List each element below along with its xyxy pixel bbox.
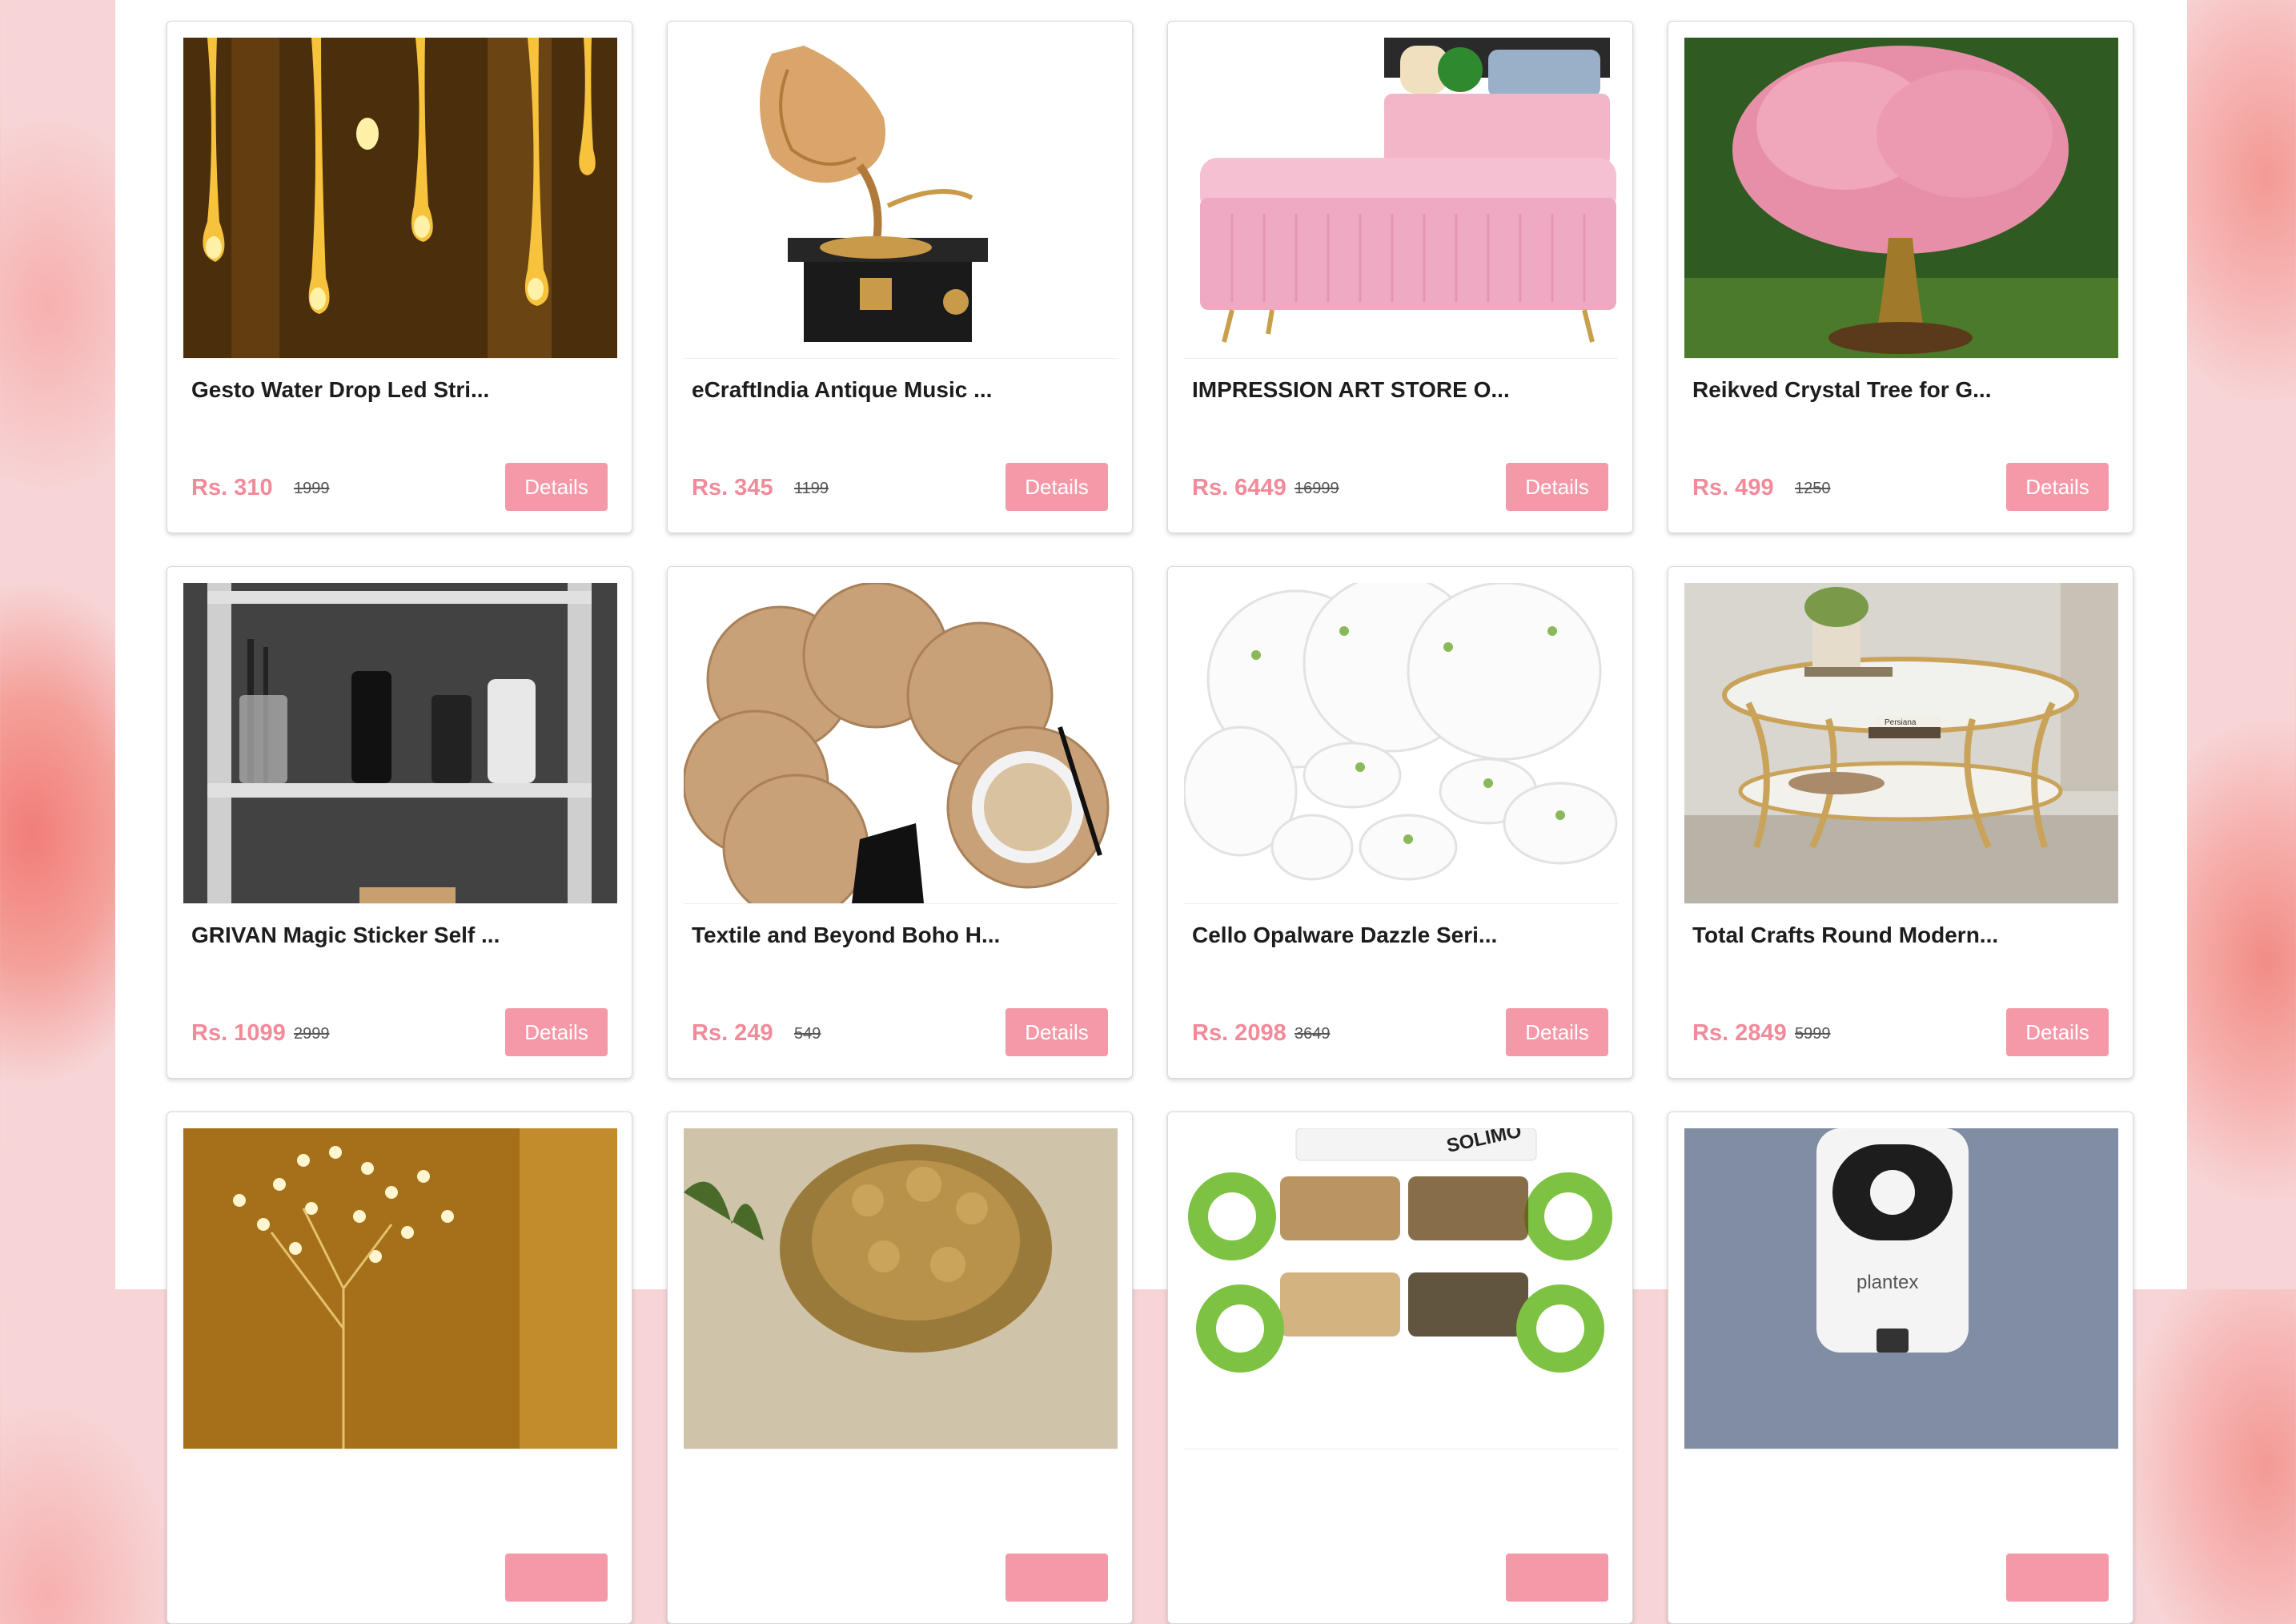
details-button[interactable]: Details xyxy=(505,1008,608,1056)
product-title[interactable]: IMPRESSION ART STORE O... xyxy=(1192,377,1608,403)
product-card[interactable] xyxy=(167,1111,632,1624)
product-image[interactable] xyxy=(684,38,1118,359)
product-image[interactable] xyxy=(183,38,617,359)
details-button[interactable]: Details xyxy=(2006,1008,2109,1056)
svg-text:Persiana: Persiana xyxy=(1885,718,1917,727)
product-card[interactable]: SOLIMO xyxy=(1167,1111,1633,1624)
product-title[interactable]: Total Crafts Round Modern... xyxy=(1692,923,2109,948)
details-button[interactable]: Details xyxy=(1006,463,1108,511)
product-card[interactable]: plantex xyxy=(1668,1111,2133,1624)
product-price: Rs. 499 xyxy=(1692,475,1774,500)
product-card[interactable]: Persiana Total Crafts Round Modern... Rs… xyxy=(1668,566,2133,1079)
details-button[interactable]: Details xyxy=(1506,463,1608,511)
product-card[interactable]: Cello Opalware Dazzle Seri... Rs. 2098 3… xyxy=(1167,566,1633,1079)
details-button[interactable] xyxy=(505,1554,608,1602)
product-grid: Gesto Water Drop Led Stri... Rs. 310 199… xyxy=(167,21,2135,1624)
details-button[interactable] xyxy=(2006,1554,2109,1602)
product-title[interactable]: GRIVAN Magic Sticker Self ... xyxy=(191,923,608,948)
product-card[interactable]: Reikved Crystal Tree for G... Rs. 499 12… xyxy=(1668,21,2133,533)
product-image[interactable] xyxy=(1184,583,1618,904)
product-price: Rs. 310 xyxy=(191,475,273,500)
details-button[interactable]: Details xyxy=(505,463,608,511)
product-title[interactable]: Textile and Beyond Boho H... xyxy=(692,923,1108,948)
product-title[interactable]: Cello Opalware Dazzle Seri... xyxy=(1192,923,1608,948)
product-card[interactable]: GRIVAN Magic Sticker Self ... Rs. 1099 2… xyxy=(167,566,632,1079)
details-button[interactable]: Details xyxy=(2006,463,2109,511)
product-original-price: 3649 xyxy=(1295,1025,1331,1043)
product-price: Rs. 249 xyxy=(692,1020,773,1046)
product-title[interactable]: eCraftIndia Antique Music ... xyxy=(692,377,1108,403)
product-original-price: 1999 xyxy=(294,480,330,497)
details-button[interactable]: Details xyxy=(1006,1008,1108,1056)
product-card[interactable]: Gesto Water Drop Led Stri... Rs. 310 199… xyxy=(167,21,632,533)
product-image[interactable] xyxy=(684,583,1118,904)
details-button[interactable] xyxy=(1006,1554,1108,1602)
product-original-price: 16999 xyxy=(1295,480,1339,497)
product-image[interactable] xyxy=(1684,38,2118,359)
product-original-price: 549 xyxy=(794,1025,821,1043)
product-original-price: 5999 xyxy=(1795,1025,1831,1043)
details-button[interactable] xyxy=(1506,1554,1608,1602)
product-price: Rs. 1099 xyxy=(191,1020,286,1046)
product-price: Rs. 6449 xyxy=(1192,475,1286,500)
product-image[interactable] xyxy=(183,583,617,904)
svg-text:plantex: plantex xyxy=(1856,1272,1918,1293)
product-image[interactable]: Persiana xyxy=(1684,583,2118,904)
product-price: Rs. 2098 xyxy=(1192,1020,1286,1046)
product-original-price: 1250 xyxy=(1795,480,1831,497)
product-original-price: 2999 xyxy=(294,1025,330,1043)
product-price: Rs. 345 xyxy=(692,475,773,500)
product-listing-panel: Gesto Water Drop Led Stri... Rs. 310 199… xyxy=(115,0,2187,1624)
product-title[interactable]: Reikved Crystal Tree for G... xyxy=(1692,377,2109,403)
product-original-price: 1199 xyxy=(794,480,829,497)
product-title[interactable]: Gesto Water Drop Led Stri... xyxy=(191,377,608,403)
product-price: Rs. 2849 xyxy=(1692,1020,1787,1046)
product-card[interactable]: Textile and Beyond Boho H... Rs. 249 549… xyxy=(667,566,1133,1079)
product-card[interactable]: eCraftIndia Antique Music ... Rs. 345 11… xyxy=(667,21,1133,533)
details-button[interactable]: Details xyxy=(1506,1008,1608,1056)
product-card[interactable]: IMPRESSION ART STORE O... Rs. 6449 16999… xyxy=(1167,21,1633,533)
product-card[interactable] xyxy=(667,1111,1133,1624)
product-image[interactable] xyxy=(1184,38,1618,359)
